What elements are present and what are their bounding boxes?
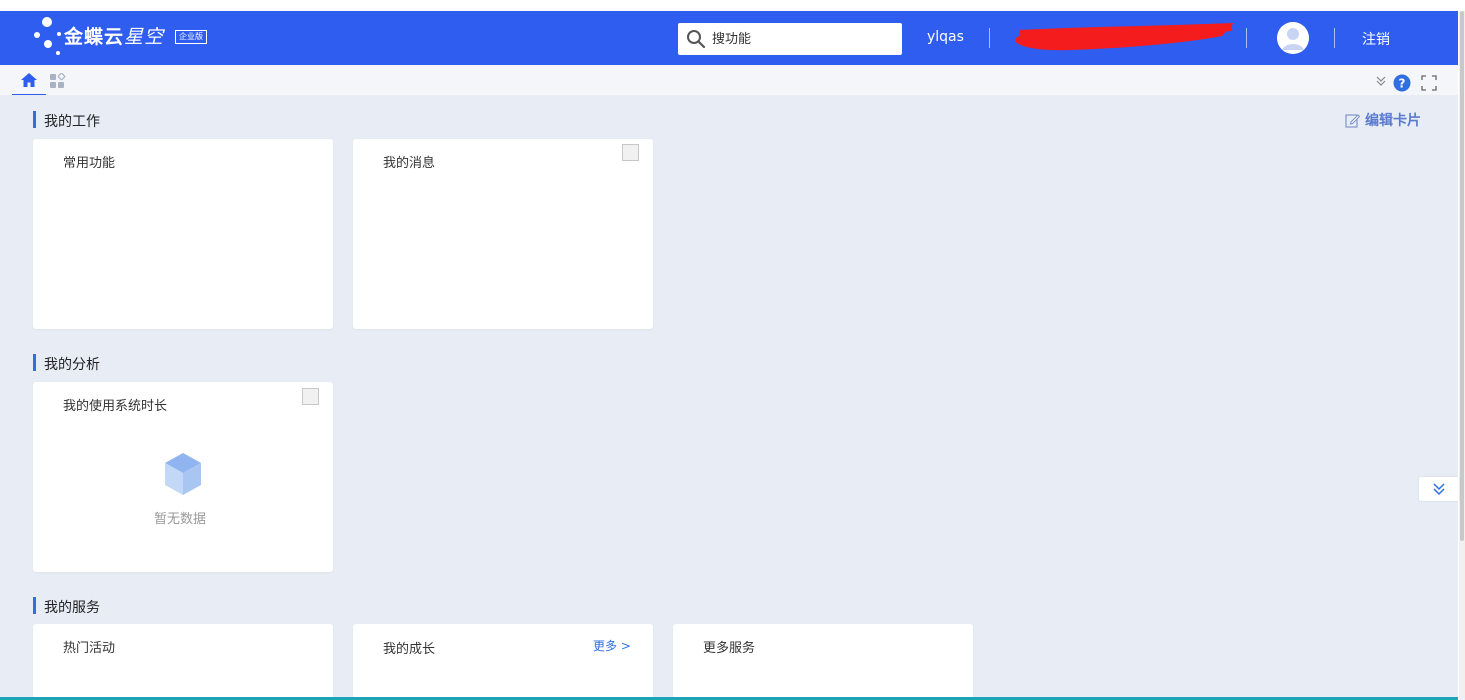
section-title-my-work: 我的工作 (44, 114, 100, 130)
edit-icon (1345, 113, 1360, 128)
card-my-growth[interactable]: 我的成长 更多 > (353, 624, 653, 700)
svg-text:?: ? (1399, 77, 1406, 91)
app-logo[interactable]: 金蝶云星空 (64, 22, 164, 49)
logo-dots-icon (34, 17, 61, 55)
user-avatar[interactable] (1277, 22, 1309, 54)
header-divider (1334, 28, 1335, 48)
empty-state-text: 暂无数据 (154, 512, 207, 527)
search-icon[interactable] (686, 29, 706, 49)
tab-bar (0, 65, 1458, 95)
section-title-my-services: 我的服务 (44, 600, 100, 616)
section-marker (33, 111, 36, 128)
edit-cards-label: 编辑卡片 (1365, 113, 1421, 129)
card-title: 常用功能 (63, 156, 116, 171)
card-title: 热门活动 (63, 641, 116, 656)
help-icon[interactable]: ? (1393, 74, 1411, 92)
section-marker (33, 354, 36, 371)
page-scrollbar-thumb[interactable] (1460, 11, 1464, 541)
logo-edition-badge: 企业版 (175, 30, 207, 44)
card-system-usage-time[interactable]: 我的使用系统时长 暂无数据 (33, 382, 333, 572)
header-divider (1246, 28, 1247, 48)
section-title-my-analysis: 我的分析 (44, 357, 100, 373)
header-divider (989, 28, 990, 48)
username-label[interactable]: ylqas (927, 29, 964, 45)
logout-button[interactable]: 注销 (1362, 29, 1390, 49)
double-chevron-down-icon[interactable] (1375, 75, 1387, 87)
card-title: 更多服务 (703, 641, 756, 656)
card-title: 我的消息 (383, 156, 436, 171)
card-more-services[interactable]: 更多服务 (673, 624, 973, 700)
edit-cards-button[interactable]: 编辑卡片 (1345, 110, 1421, 130)
section-marker (33, 597, 36, 614)
card-my-messages[interactable]: 我的消息 (353, 139, 653, 329)
collapse-button[interactable] (1419, 477, 1459, 501)
fullscreen-icon[interactable] (1421, 75, 1437, 91)
card-select-checkbox[interactable] (622, 144, 639, 161)
card-common-functions[interactable]: 常用功能 (33, 139, 333, 329)
avatar-person-icon (1277, 22, 1309, 54)
card-title: 我的使用系统时长 (63, 399, 168, 414)
home-icon[interactable] (20, 72, 38, 88)
logo-product: 星空 (124, 26, 165, 48)
card-select-checkbox[interactable] (302, 388, 319, 405)
apps-icon[interactable] (49, 73, 67, 89)
logo-brand: 金蝶云 (64, 26, 125, 48)
more-link[interactable]: 更多 > (593, 637, 631, 654)
search-input[interactable] (712, 28, 892, 50)
card-hot-activities[interactable]: 热门活动 (33, 624, 333, 700)
empty-box-icon (165, 453, 201, 495)
redacted-org-name (1016, 23, 1234, 51)
double-chevron-down-icon (1433, 483, 1445, 496)
card-title: 我的成长 (383, 642, 436, 657)
